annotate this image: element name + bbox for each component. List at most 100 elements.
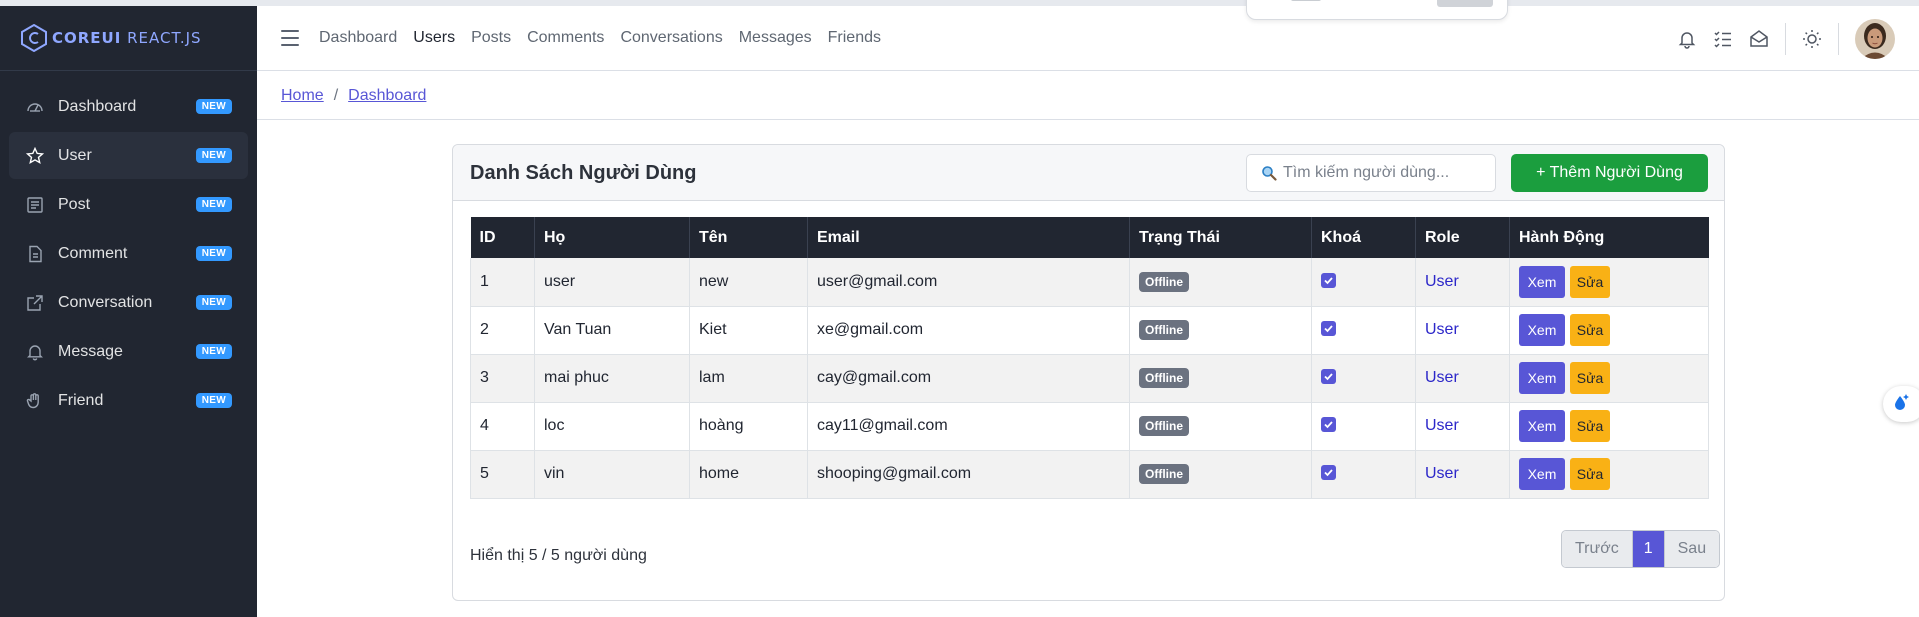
breadcrumb-dashboard-link[interactable]: Dashboard	[348, 87, 426, 105]
lock-checkbox[interactable]	[1321, 272, 1336, 288]
status-badge: Offline	[1139, 416, 1189, 436]
sidebar-nav: Dashboard NEW User NEW Post NEW Comment NEW Conv…	[0, 71, 257, 424]
cell-id: 1	[470, 258, 535, 306]
lock-checkbox[interactable]	[1321, 465, 1336, 480]
column-header: Role	[1415, 217, 1510, 258]
top-nav-messages[interactable]: Messages	[731, 29, 820, 47]
top-header: Dashboard Users Posts Comments Conversations…	[257, 6, 1919, 71]
lock-checkbox[interactable]	[1321, 369, 1336, 384]
bell-icon	[25, 342, 45, 362]
cell-email: shooping@gmail.com	[807, 450, 1130, 498]
status-badge: Offline	[1139, 368, 1189, 388]
cell-status: Offline	[1129, 402, 1312, 450]
cell-locked	[1311, 402, 1416, 450]
cell-email: cay11@gmail.com	[807, 402, 1130, 450]
sidebar-item-comment[interactable]: Comment NEW	[9, 230, 248, 277]
search-input[interactable]	[1283, 164, 1483, 182]
search-icon	[1261, 165, 1277, 181]
avatar[interactable]	[1855, 18, 1895, 59]
cell-last-name: user	[534, 258, 690, 306]
edit-button[interactable]: Sửa	[1570, 362, 1610, 394]
new-badge: NEW	[195, 393, 232, 408]
search-box[interactable]	[1246, 154, 1496, 192]
breadcrumb-home-link[interactable]: Home	[281, 87, 324, 105]
new-badge: NEW	[195, 99, 232, 114]
document-icon	[25, 244, 45, 264]
role-link[interactable]: User	[1425, 273, 1459, 290]
pagination-next[interactable]: Sau	[1664, 531, 1720, 567]
sidebar-item-friend[interactable]: Friend NEW	[9, 377, 248, 424]
view-button[interactable]: Xem	[1519, 362, 1565, 394]
pagination-prev[interactable]: Trước	[1562, 531, 1633, 567]
cell-status: Offline	[1129, 258, 1312, 306]
view-button[interactable]: Xem	[1519, 314, 1565, 346]
add-user-button[interactable]: + Thêm Người Dùng	[1511, 154, 1708, 192]
pagination-page-1[interactable]: 1	[1632, 531, 1665, 567]
top-nav-users[interactable]: Users	[405, 29, 463, 47]
column-header: ID	[470, 217, 535, 258]
table-row: 5 vin home shooping@gmail.com Offline User Xem…	[470, 450, 1709, 498]
top-nav-conversations[interactable]: Conversations	[612, 29, 730, 47]
cell-locked	[1311, 354, 1416, 402]
envelope-open-icon[interactable]	[1741, 21, 1777, 57]
edit-button[interactable]: Sửa	[1570, 314, 1610, 346]
role-link[interactable]: User	[1425, 369, 1459, 386]
edit-button[interactable]: Sửa	[1570, 265, 1610, 298]
user-list-card: Danh Sách Người Dùng + Thêm Người Dùng I…	[452, 144, 1725, 601]
menu-toggle-icon[interactable]	[281, 30, 299, 46]
cell-status: Offline	[1129, 450, 1312, 498]
cell-id: 2	[470, 306, 535, 354]
table-row: 2 Van Tuan Kiet xe@gmail.com Offline User Xem S…	[470, 306, 1709, 354]
role-link[interactable]: User	[1425, 321, 1459, 338]
cell-last-name: loc	[534, 402, 690, 450]
sidebar-item-post[interactable]: Post NEW	[9, 181, 248, 228]
sidebar-item-label: Friend	[58, 391, 104, 409]
cell-last-name: mai phuc	[534, 354, 690, 402]
edit-button[interactable]: Sửa	[1570, 410, 1610, 442]
edit-button[interactable]: Sửa	[1570, 458, 1610, 490]
sidebar-item-message[interactable]: Message NEW	[9, 328, 248, 375]
sidebar-item-conversation[interactable]: Conversation NEW	[9, 279, 248, 326]
toolbar-indicator	[1291, 0, 1321, 1]
sidebar-item-dashboard[interactable]: Dashboard NEW	[9, 83, 248, 130]
top-nav-posts[interactable]: Posts	[463, 29, 519, 47]
speedometer-icon	[25, 97, 45, 117]
sidebar-item-user[interactable]: User NEW	[9, 132, 248, 179]
user-table: ID Họ Tên Email Trạng Thái Khoá Role Hành Động …	[470, 217, 1709, 499]
top-nav-comments[interactable]: Comments	[519, 29, 612, 47]
cell-first-name: home	[689, 450, 808, 498]
lock-checkbox[interactable]	[1321, 417, 1336, 432]
droplet-sparkle-icon	[1891, 392, 1911, 417]
result-summary: Hiển thị 5 / 5 người dùng	[470, 547, 647, 564]
cell-locked	[1311, 450, 1416, 498]
task-list-icon[interactable]	[1705, 21, 1741, 57]
column-header: Tên	[689, 217, 808, 258]
cell-role: User	[1415, 306, 1510, 354]
bell-icon[interactable]	[1669, 21, 1705, 57]
brand[interactable]: COREUI REACT.JS	[0, 6, 257, 71]
table-row: 3 mai phuc lam cay@gmail.com Offline User Xem S…	[470, 354, 1709, 402]
top-nav: Dashboard Users Posts Comments Conversations…	[311, 29, 889, 47]
view-button[interactable]: Xem	[1519, 265, 1565, 298]
cell-first-name: Kiet	[689, 306, 808, 354]
view-button[interactable]: Xem	[1519, 458, 1565, 490]
sun-icon[interactable]	[1794, 21, 1830, 57]
cell-actions: Xem Sửa	[1509, 450, 1709, 498]
floating-helper-widget[interactable]	[1883, 386, 1919, 422]
sidebar-item-label: Post	[58, 195, 91, 213]
role-link[interactable]: User	[1425, 465, 1459, 482]
lock-checkbox[interactable]	[1321, 321, 1336, 336]
cell-last-name: Van Tuan	[534, 306, 690, 354]
cell-role: User	[1415, 258, 1510, 306]
top-nav-dashboard[interactable]: Dashboard	[311, 29, 405, 47]
cell-id: 4	[470, 402, 535, 450]
cell-last-name: vin	[534, 450, 690, 498]
view-button[interactable]: Xem	[1519, 410, 1565, 442]
table-header-row: ID Họ Tên Email Trạng Thái Khoá Role Hành Động	[470, 217, 1709, 258]
external-link-icon	[25, 293, 45, 313]
cell-email: xe@gmail.com	[807, 306, 1130, 354]
role-link[interactable]: User	[1425, 417, 1459, 434]
top-nav-friends[interactable]: Friends	[820, 29, 889, 47]
cell-email: cay@gmail.com	[807, 354, 1130, 402]
cell-locked	[1311, 306, 1416, 354]
